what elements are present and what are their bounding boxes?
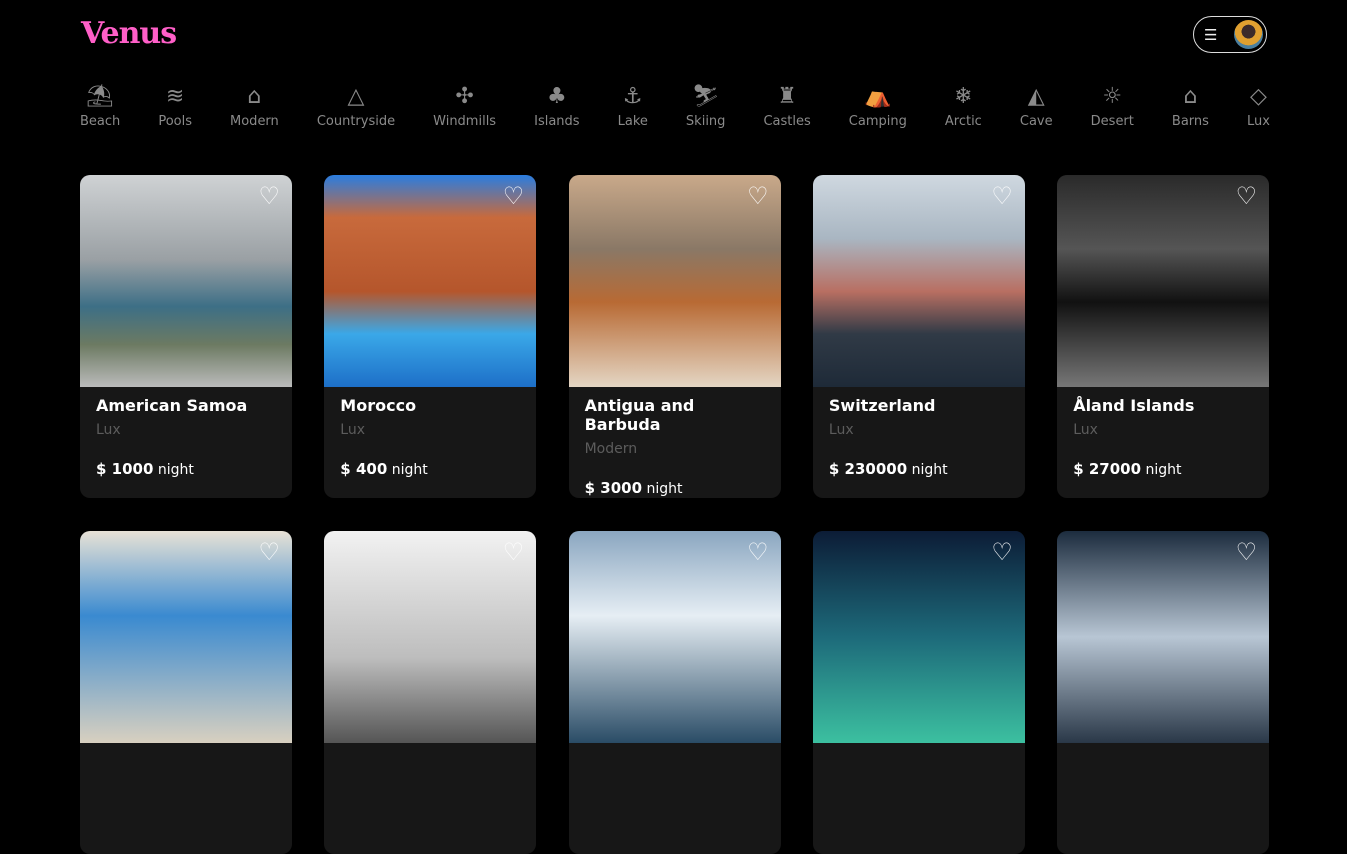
pools-icon: ≋: [165, 84, 185, 109]
listing-price: $ 27000 night: [1073, 460, 1253, 478]
desert-icon: ☼: [1102, 84, 1123, 109]
category-camping[interactable]: ⛺ Camping: [849, 82, 907, 129]
listing-title: American Samoa: [96, 396, 248, 415]
category-label: Islands: [534, 114, 580, 129]
category-lake[interactable]: ⚓ Lake: [618, 82, 648, 129]
heart-icon[interactable]: ♡: [503, 184, 525, 208]
listing-price: $ 3000 night: [585, 479, 765, 497]
skiing-icon: ⛷: [691, 84, 720, 109]
price-value: $ 3000: [584, 479, 643, 497]
category-label: Beach: [80, 114, 121, 129]
category-label: Cave: [1019, 114, 1053, 129]
venus-logo[interactable]: Venus: [81, 16, 177, 51]
price-unit: night: [157, 462, 194, 478]
user-menu-button[interactable]: ☰: [1193, 16, 1267, 53]
category-label: Barns: [1171, 114, 1209, 129]
category-pools[interactable]: ≋ Pools: [158, 82, 192, 129]
category-islands[interactable]: ♣ Islands: [534, 82, 579, 129]
price-value: $ 400: [340, 460, 388, 478]
price-value: $ 27000: [1073, 460, 1142, 478]
category-label: Castles: [763, 114, 811, 129]
heart-icon[interactable]: ♡: [258, 540, 280, 564]
category-label: Desert: [1090, 114, 1134, 129]
category-lux[interactable]: ◇ Lux: [1247, 82, 1270, 129]
arctic-icon: ❄: [954, 84, 973, 109]
price-unit: night: [391, 462, 428, 478]
category-label: Skiing: [685, 114, 726, 129]
category-label: Lux: [1246, 114, 1270, 129]
price-unit: night: [1145, 462, 1182, 478]
category-cave[interactable]: ◭ Cave: [1020, 82, 1053, 129]
listing-title: Antigua and Barbuda: [584, 396, 695, 434]
listing-card[interactable]: ♡: [1057, 531, 1270, 854]
listing-card[interactable]: ♡: [568, 531, 781, 854]
camping-icon: ⛺: [864, 84, 892, 109]
listing-price: $ 230000 night: [829, 460, 1009, 478]
category-label: Pools: [158, 114, 192, 129]
category-barns[interactable]: ⌂ Barns: [1172, 82, 1209, 129]
heart-icon[interactable]: ♡: [991, 184, 1013, 208]
islands-icon: ♣: [546, 84, 567, 109]
category-label: Lake: [617, 114, 648, 129]
lux-icon: ◇: [1249, 84, 1267, 109]
category-label: Arctic: [944, 114, 982, 129]
price-unit: night: [646, 481, 683, 497]
heart-icon[interactable]: ♡: [747, 184, 769, 208]
windmills-icon: ✣: [455, 84, 474, 109]
modern-icon: ⌂: [247, 84, 262, 109]
price-value: $ 230000: [828, 460, 908, 478]
listing-category: Lux: [828, 422, 854, 438]
listing-price: $ 1000 night: [96, 460, 276, 478]
hamburger-icon: ☰: [1204, 25, 1218, 44]
category-desert[interactable]: ☼ Desert: [1091, 82, 1134, 129]
category-windmills[interactable]: ✣ Windmills: [433, 82, 496, 129]
heart-icon[interactable]: ♡: [1236, 540, 1258, 564]
listing-title: Switzerland: [828, 396, 936, 415]
heart-icon[interactable]: ♡: [503, 540, 525, 564]
category-label: Countryside: [316, 114, 396, 129]
category-label: Windmills: [433, 114, 497, 129]
listing-price: $ 400 night: [340, 460, 520, 478]
category-modern[interactable]: ⌂ Modern: [230, 82, 279, 129]
price-value: $ 1000: [96, 460, 154, 478]
category-arctic[interactable]: ❄ Arctic: [945, 82, 982, 129]
cave-icon: ◭: [1027, 84, 1045, 109]
listing-card[interactable]: ♡ American Samoa Lux $ 1000 night: [80, 175, 292, 498]
countryside-icon: △: [347, 84, 365, 109]
heart-icon[interactable]: ♡: [258, 184, 280, 208]
listing-card[interactable]: ♡ Switzerland Lux $ 230000 night: [812, 175, 1025, 498]
listing-title: Morocco: [340, 396, 417, 415]
heart-icon[interactable]: ♡: [747, 540, 769, 564]
listing-card[interactable]: ♡ Morocco Lux $ 400 night: [324, 175, 537, 498]
listing-category: Lux: [96, 422, 121, 438]
category-beach[interactable]: ⛱ Beach: [80, 82, 120, 129]
listing-card[interactable]: ♡ Åland Islands Lux $ 27000 night: [1057, 175, 1270, 498]
barns-icon: ⌂: [1183, 84, 1198, 109]
listing-card[interactable]: ♡: [80, 531, 292, 854]
listing-title: Åland Islands: [1073, 396, 1195, 415]
category-label: Camping: [848, 114, 907, 129]
heart-icon[interactable]: ♡: [1236, 184, 1258, 208]
lake-icon: ⚓: [622, 84, 643, 109]
listings-grid: ♡ American Samoa Lux $ 1000 night ♡ Moro…: [80, 175, 1270, 854]
castles-icon: ♜: [777, 84, 797, 109]
category-bar: ⛱ Beach ≋ Pools ⌂ Modern △ Countryside ✣ Windmill…: [80, 82, 1270, 129]
listing-card[interactable]: ♡: [812, 531, 1025, 854]
heart-icon[interactable]: ♡: [991, 540, 1013, 564]
beach-icon: ⛱: [86, 84, 115, 109]
category-label: Modern: [230, 114, 279, 129]
avatar: [1234, 20, 1263, 49]
category-skiing[interactable]: ⛷ Skiing: [686, 82, 726, 129]
category-countryside[interactable]: △ Countryside: [317, 82, 395, 129]
price-unit: night: [911, 462, 948, 478]
listing-category: Modern: [584, 441, 638, 457]
listing-category: Lux: [1073, 422, 1098, 438]
listing-card[interactable]: ♡ Antigua and Barbuda Modern $ 3000 nigh…: [568, 175, 781, 498]
listing-card[interactable]: ♡: [324, 531, 537, 854]
category-castles[interactable]: ♜ Castles: [763, 82, 810, 129]
listing-category: Lux: [340, 422, 366, 438]
